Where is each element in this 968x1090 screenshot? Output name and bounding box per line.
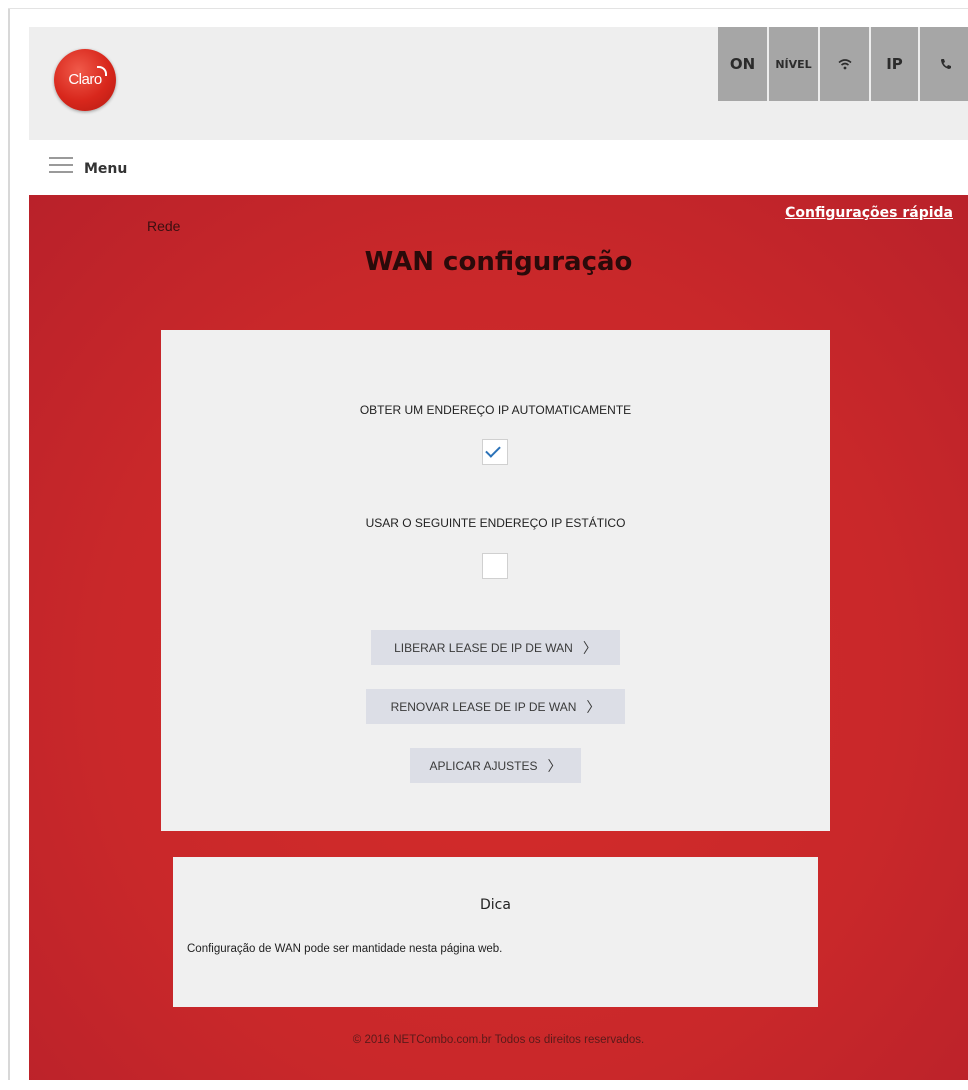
renew-lease-label: RENOVAR LEASE DE IP DE WAN [390, 699, 577, 714]
release-lease-button[interactable]: LIBERAR LEASE DE IP DE WAN 〉 [371, 630, 620, 665]
menu-label[interactable]: Menu [84, 161, 127, 177]
static-ip-label: USAR O SEGUINTE ENDEREÇO IP ESTÁTICO [365, 516, 626, 530]
auto-ip-checkbox[interactable] [482, 439, 508, 465]
chevron-right-icon: 〉 [586, 698, 601, 715]
chevron-right-icon: 〉 [547, 757, 562, 774]
footer-copyright: © 2016 NETCombo.com.br Todos os direitos… [352, 1034, 645, 1046]
breadcrumb[interactable]: Rede [147, 218, 180, 234]
status-ip-button[interactable]: IP [871, 27, 918, 101]
tip-panel: Dica Configuração de WAN pode ser mantid… [173, 857, 818, 1007]
check-icon [485, 442, 501, 458]
menu-bar: Menu [29, 140, 968, 195]
window-frame-top [8, 8, 968, 9]
apply-settings-label: APLICAR AJUSTES [429, 758, 538, 773]
status-wifi-button[interactable] [820, 27, 869, 101]
hamburger-icon[interactable] [49, 157, 73, 175]
tip-text: Configuração de WAN pode ser mantidade n… [187, 943, 503, 955]
quick-settings-link[interactable]: Configurações rápida [785, 205, 953, 221]
chevron-right-icon: 〉 [582, 639, 597, 656]
auto-ip-label: OBTER UM ENDEREÇO IP AUTOMATICAMENTE [359, 403, 632, 417]
tip-title: Dica [480, 897, 511, 913]
window-frame-left [8, 8, 10, 1080]
logo-mark-icon [97, 66, 107, 76]
main-content: Rede Configurações rápida WAN configuraç… [29, 195, 968, 1080]
wifi-icon [837, 59, 852, 70]
wan-settings-card: OBTER UM ENDEREÇO IP AUTOMATICAMENTE USA… [161, 330, 830, 831]
status-nivel-button[interactable]: NÍVEL [769, 27, 818, 101]
claro-logo[interactable]: Claro [54, 49, 116, 111]
status-on-button[interactable]: ON [718, 27, 767, 101]
static-ip-checkbox[interactable] [482, 553, 508, 579]
phone-icon [941, 59, 951, 69]
status-phone-button[interactable] [920, 27, 968, 101]
page-title: WAN configuração [364, 247, 633, 277]
apply-settings-button[interactable]: APLICAR AJUSTES 〉 [410, 748, 581, 783]
renew-lease-button[interactable]: RENOVAR LEASE DE IP DE WAN 〉 [366, 689, 625, 724]
header: Claro ON NÍVEL IP [29, 27, 968, 140]
release-lease-label: LIBERAR LEASE DE IP DE WAN [394, 640, 573, 655]
